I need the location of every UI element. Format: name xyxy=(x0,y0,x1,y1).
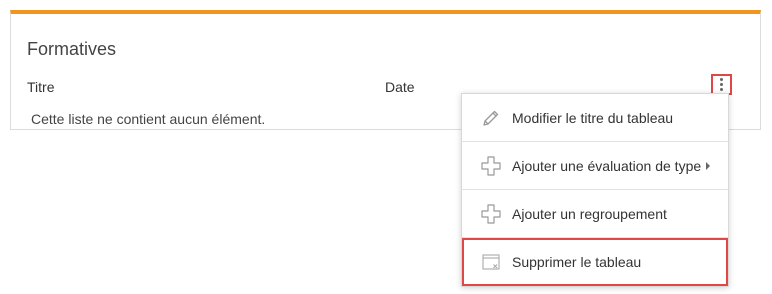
menu-item-add-group[interactable]: Ajouter un regroupement xyxy=(462,190,728,238)
chevron-right-icon xyxy=(706,162,710,170)
column-header-date[interactable]: Date xyxy=(385,78,415,96)
column-header-titre[interactable]: Titre xyxy=(27,78,54,96)
more-options-button[interactable] xyxy=(711,74,732,95)
kebab-icon xyxy=(720,78,723,81)
plus-icon xyxy=(480,155,502,177)
menu-item-edit-title[interactable]: Modifier le titre du tableau xyxy=(462,94,728,142)
plus-icon xyxy=(480,203,502,225)
panel-title: Formatives xyxy=(27,39,117,59)
menu-item-add-evaluation[interactable]: Ajouter une évaluation de type xyxy=(462,142,728,190)
menu-item-label: Ajouter un regroupement xyxy=(512,205,667,222)
delete-table-icon xyxy=(480,251,502,273)
menu-item-label: Supprimer le tableau xyxy=(512,254,642,270)
options-menu: Modifier le titre du tableau Ajouter une… xyxy=(461,93,729,287)
pencil-icon xyxy=(480,107,502,129)
kebab-icon-dot xyxy=(720,88,723,91)
menu-item-label: Ajouter une évaluation de type xyxy=(512,157,702,174)
empty-list-message: Cette liste ne contient aucun élément. xyxy=(31,111,266,127)
menu-item-delete-table[interactable]: Supprimer le tableau xyxy=(462,238,728,286)
menu-item-label: Modifier le titre du tableau xyxy=(512,109,674,126)
kebab-icon-dot xyxy=(720,83,723,86)
